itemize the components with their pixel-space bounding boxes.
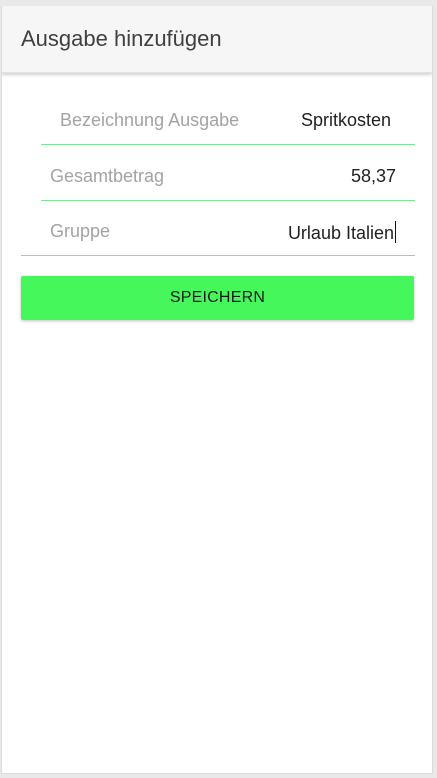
text-cursor <box>395 221 396 243</box>
field-group-value-wrapper[interactable]: Urlaub Italien <box>288 221 396 244</box>
field-group[interactable]: Gruppe Urlaub Italien <box>21 202 415 256</box>
field-expense-name-label: Bezeichnung Ausgabe <box>60 110 240 130</box>
field-group-value[interactable]: Urlaub Italien <box>288 223 394 243</box>
save-button[interactable]: SPEICHERN <box>21 276 414 320</box>
field-total-amount[interactable]: Gesamtbetrag 58,37 <box>41 147 415 201</box>
field-total-amount-value[interactable]: 58,37 <box>351 166 396 187</box>
field-expense-name[interactable]: Bezeichnung Ausgabe Spritkosten <box>41 91 415 145</box>
app-screen: Ausgabe hinzufügen Bezeichnung Ausgabe S… <box>1 6 433 774</box>
page-title: Ausgabe hinzufügen <box>21 26 222 51</box>
app-bar: Ausgabe hinzufügen <box>2 6 432 73</box>
field-total-amount-label: Gesamtbetrag <box>50 166 165 186</box>
field-group-label: Gruppe <box>50 221 111 241</box>
field-expense-name-value[interactable]: Spritkosten <box>301 110 391 131</box>
